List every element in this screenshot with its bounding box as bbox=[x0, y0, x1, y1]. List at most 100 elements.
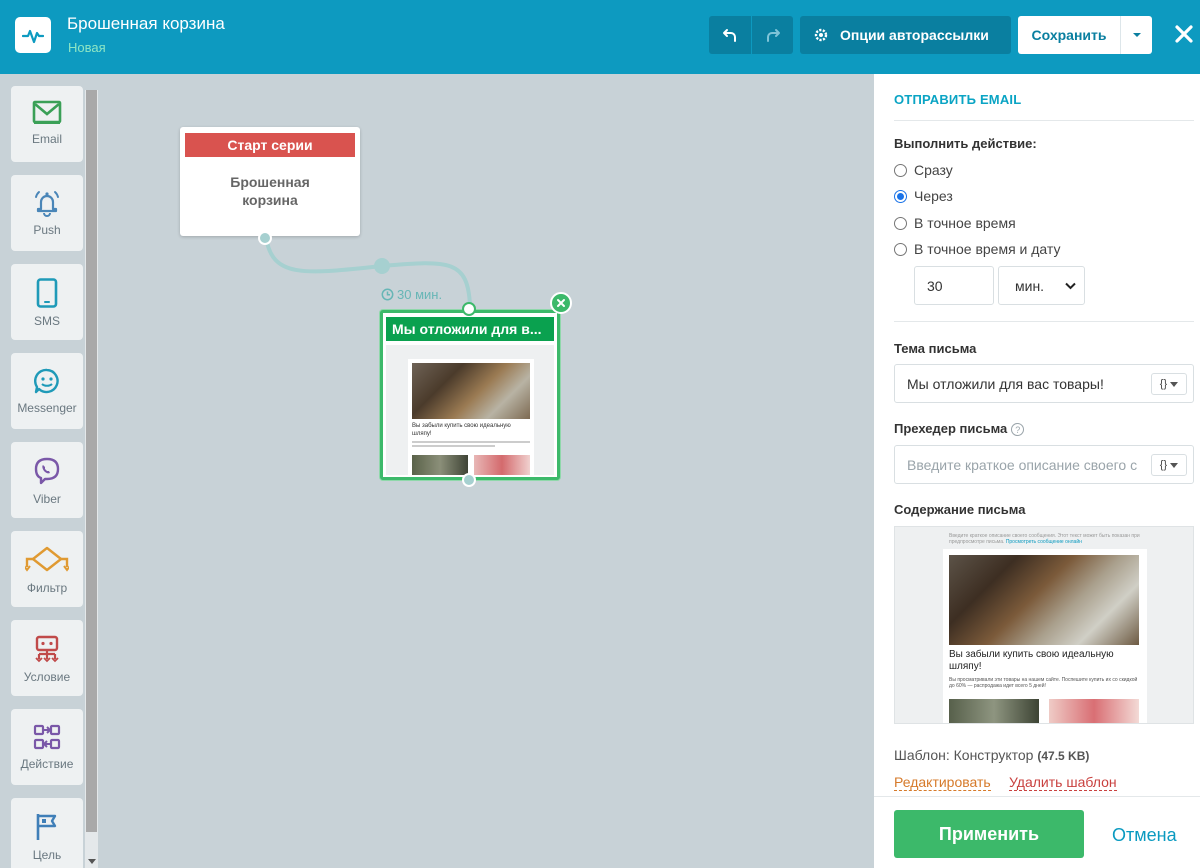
palette-item-action[interactable]: Действие bbox=[11, 709, 83, 785]
help-icon[interactable]: ? bbox=[1011, 423, 1025, 437]
edit-template-link[interactable]: Редактировать bbox=[894, 774, 991, 791]
caret-down-icon bbox=[1170, 462, 1179, 468]
action-label: Выполнить действие: bbox=[894, 136, 1037, 151]
palette-item-push[interactable]: Push bbox=[11, 175, 83, 251]
workflow-canvas[interactable]: Старт серии Брошенная корзина 30 мин. Мы… bbox=[100, 74, 874, 868]
palette-item-label: Messenger bbox=[17, 401, 77, 415]
cancel-button[interactable]: Отмена bbox=[1112, 825, 1177, 846]
radio-button[interactable] bbox=[894, 189, 907, 203]
subject-value: Мы отложили для вас товары! bbox=[907, 375, 1104, 392]
start-node-output-port[interactable] bbox=[258, 231, 272, 245]
palette-item-email[interactable]: Email bbox=[11, 86, 83, 162]
properties-panel: ОТПРАВИТЬ EMAIL Выполнить действие: Сраз… bbox=[874, 74, 1200, 868]
option-after-delay[interactable]: Через bbox=[894, 188, 953, 204]
palette-item-label: Viber bbox=[33, 492, 61, 506]
panel-scroll-area[interactable]: ОТПРАВИТЬ EMAIL Выполнить действие: Сраз… bbox=[874, 74, 1200, 796]
email-node-output-port[interactable] bbox=[462, 473, 476, 487]
preview-paragraph: Вы просматривали эти товары на нашем сай… bbox=[949, 677, 1138, 689]
scrollbar-thumb[interactable] bbox=[86, 90, 97, 832]
start-node-line: корзина bbox=[242, 192, 298, 208]
page-title: Брошенная корзина bbox=[67, 14, 225, 33]
palette-item-messenger[interactable]: Messenger bbox=[11, 353, 83, 429]
palette-item-filter[interactable]: Фильтр bbox=[11, 531, 83, 607]
radio-button[interactable] bbox=[894, 242, 907, 256]
delay-value: 30 мин. bbox=[397, 287, 443, 302]
history-controls bbox=[709, 16, 793, 54]
preview-document: Вы забыли купить свою идеальную шляпу! В… bbox=[943, 549, 1147, 723]
gear-icon bbox=[814, 28, 828, 42]
content-label: Содержание письма bbox=[894, 502, 1026, 517]
palette-scrollbar[interactable] bbox=[85, 90, 98, 868]
option-exact-datetime[interactable]: В точное время и дату bbox=[894, 241, 1060, 257]
email-node[interactable]: Мы отложили для в... Вы забыли купить св… bbox=[380, 310, 560, 480]
start-node[interactable]: Старт серии Брошенная корзина bbox=[180, 127, 360, 236]
pink-hat-image bbox=[474, 455, 530, 475]
edge-handle[interactable] bbox=[374, 258, 390, 274]
palette-item-goal[interactable]: Цель bbox=[11, 798, 83, 868]
thumbnail-heading-line: шляпу! bbox=[412, 431, 432, 437]
insert-variable-button[interactable]: {} bbox=[1151, 454, 1187, 476]
option-label: В точное время bbox=[914, 215, 1016, 231]
delete-template-link[interactable]: Удалить шаблон bbox=[1009, 774, 1117, 791]
delay-unit-select[interactable]: мин. bbox=[998, 266, 1085, 305]
variable-braces-icon: {} bbox=[1159, 459, 1168, 471]
preview-heading: Вы забыли купить свою идеальную шляпу! bbox=[949, 649, 1114, 672]
forest-image bbox=[949, 699, 1039, 723]
divider bbox=[894, 120, 1194, 121]
action-icon bbox=[33, 724, 61, 750]
pulse-logo-icon[interactable] bbox=[15, 17, 51, 53]
chevron-down-icon bbox=[1065, 282, 1076, 290]
thumbnail-document: Вы забыли купить свою идеальную шляпу! bbox=[408, 359, 534, 475]
panel-title: ОТПРАВИТЬ EMAIL bbox=[894, 92, 1022, 107]
palette-item-label: Email bbox=[31, 132, 62, 146]
close-button[interactable] bbox=[1168, 18, 1200, 50]
palette-item-label: Фильтр bbox=[26, 581, 68, 595]
close-icon bbox=[1175, 25, 1193, 43]
template-size: (47.5 KB) bbox=[1037, 749, 1090, 763]
close-icon bbox=[557, 299, 565, 307]
palette-item-condition[interactable]: Условие bbox=[11, 620, 83, 696]
radio-button[interactable] bbox=[894, 163, 907, 177]
flag-icon bbox=[36, 814, 57, 840]
option-label: В точное время и дату bbox=[914, 241, 1061, 257]
thumbnail-heading: Вы забыли купить свою идеальную шляпу! bbox=[412, 422, 511, 438]
preheader-placeholder: Введите краткое описание своего с bbox=[907, 456, 1138, 473]
insert-variable-button[interactable]: {} bbox=[1151, 373, 1187, 395]
clock-icon bbox=[381, 288, 394, 301]
redo-icon bbox=[766, 29, 780, 42]
option-exact-time[interactable]: В точное время bbox=[894, 215, 1016, 231]
status-label: Новая bbox=[68, 40, 106, 55]
save-button[interactable]: Сохранить bbox=[1018, 16, 1120, 54]
save-dropdown-button[interactable] bbox=[1120, 16, 1152, 54]
variable-braces-icon: {} bbox=[1159, 378, 1168, 390]
pink-hat-image bbox=[1049, 699, 1139, 723]
subject-input[interactable]: Мы отложили для вас товары! {} bbox=[894, 364, 1194, 403]
palette-item-sms[interactable]: SMS bbox=[11, 264, 83, 340]
template-info: Шаблон: Конструктор (47.5 KB) bbox=[894, 747, 1089, 763]
redo-button[interactable] bbox=[751, 16, 793, 54]
undo-button[interactable] bbox=[709, 16, 751, 54]
email-node-input-port[interactable] bbox=[462, 302, 476, 316]
phone-icon bbox=[36, 278, 58, 308]
caret-down-icon bbox=[1170, 381, 1179, 387]
preview-preheader: Введите краткое описание своего сообщени… bbox=[949, 533, 1141, 545]
option-label: Через bbox=[914, 188, 953, 204]
preheader-label-text: Прехедер письма bbox=[894, 421, 1008, 436]
start-node-header: Старт серии bbox=[185, 133, 355, 157]
radio-button[interactable] bbox=[894, 216, 907, 230]
start-node-body: Брошенная корзина bbox=[180, 173, 360, 209]
delay-amount-input[interactable]: 30 bbox=[914, 266, 994, 305]
email-content-preview[interactable]: Введите краткое описание своего сообщени… bbox=[894, 526, 1194, 724]
save-split-button: Сохранить bbox=[1018, 16, 1152, 54]
remove-node-button[interactable] bbox=[550, 292, 572, 314]
option-immediately[interactable]: Сразу bbox=[894, 162, 953, 178]
preheader-input[interactable]: Введите краткое описание своего с {} bbox=[894, 445, 1194, 484]
template-name: Шаблон: Конструктор bbox=[894, 747, 1034, 763]
apply-button[interactable]: Применить bbox=[894, 810, 1084, 858]
palette-item-viber[interactable]: Viber bbox=[11, 442, 83, 518]
scroll-down-arrow-icon[interactable] bbox=[88, 859, 96, 864]
autoresponder-options-button[interactable]: Опции авторассылки bbox=[800, 16, 1011, 54]
email-node-header: Мы отложили для в... bbox=[386, 317, 554, 341]
divider bbox=[894, 321, 1194, 322]
start-node-line: Брошенная bbox=[230, 174, 310, 190]
